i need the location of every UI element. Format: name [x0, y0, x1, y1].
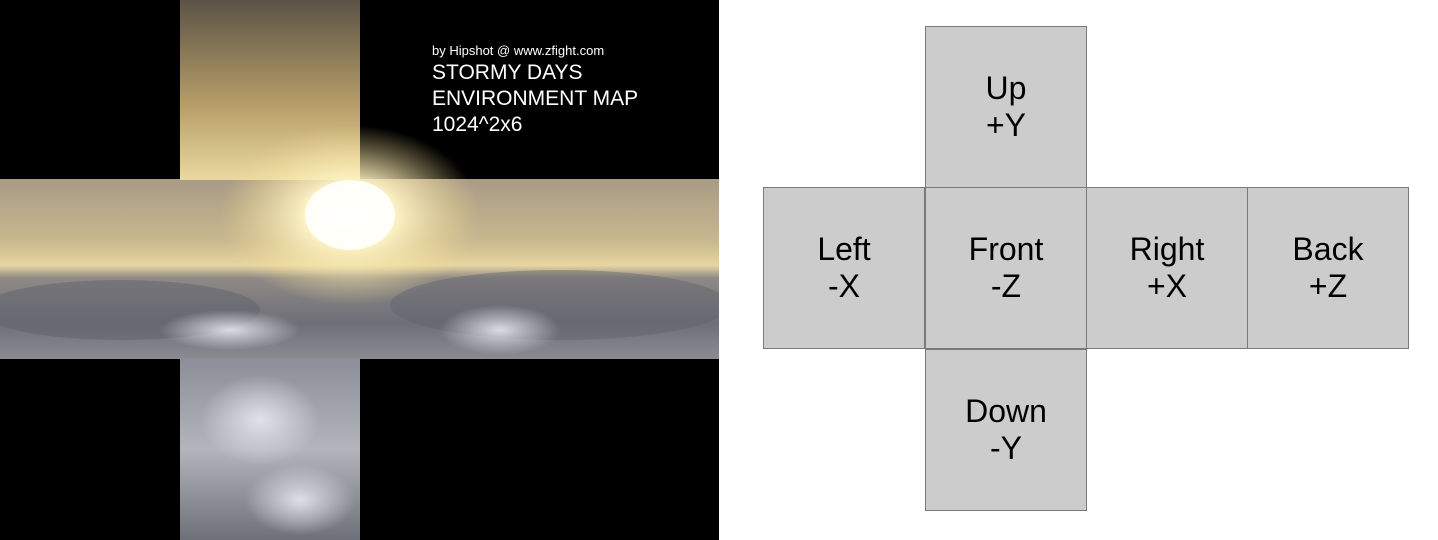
- face-up-name: Up: [985, 70, 1027, 106]
- face-back-axis: +Z: [1308, 268, 1348, 304]
- map-subtitle: ENVIRONMENT MAP: [432, 87, 639, 110]
- face-back-name: Back: [1292, 231, 1364, 267]
- environment-map-image: by Hipshot @ www.zfight.com STORMY DAYS …: [0, 0, 719, 540]
- face-back: Back +Z: [1247, 187, 1409, 349]
- face-up-axis: +Y: [985, 107, 1027, 143]
- face-left: Left -X: [763, 187, 925, 349]
- face-right: Right +X: [1086, 187, 1248, 349]
- cube-face-layout-diagram: Up +Y Left -X Front -Z Right +X Back +Z …: [719, 0, 1438, 540]
- cube-cross-sky-image: [0, 0, 719, 540]
- face-right-axis: +X: [1146, 268, 1188, 304]
- face-down: Down -Y: [925, 349, 1087, 511]
- face-down-axis: -Y: [990, 430, 1022, 466]
- face-down-name: Down: [965, 393, 1047, 429]
- map-title: STORMY DAYS: [432, 61, 583, 84]
- map-resolution: 1024^2x6: [432, 113, 523, 136]
- face-left-axis: -X: [828, 268, 860, 304]
- face-right-name: Right: [1129, 231, 1205, 267]
- face-up: Up +Y: [925, 26, 1087, 188]
- credit-text: by Hipshot @ www.zfight.com: [432, 43, 605, 58]
- face-front-axis: -Z: [990, 268, 1022, 304]
- face-left-name: Left: [817, 231, 871, 267]
- face-front-name: Front: [968, 231, 1044, 267]
- face-front: Front -Z: [925, 187, 1087, 349]
